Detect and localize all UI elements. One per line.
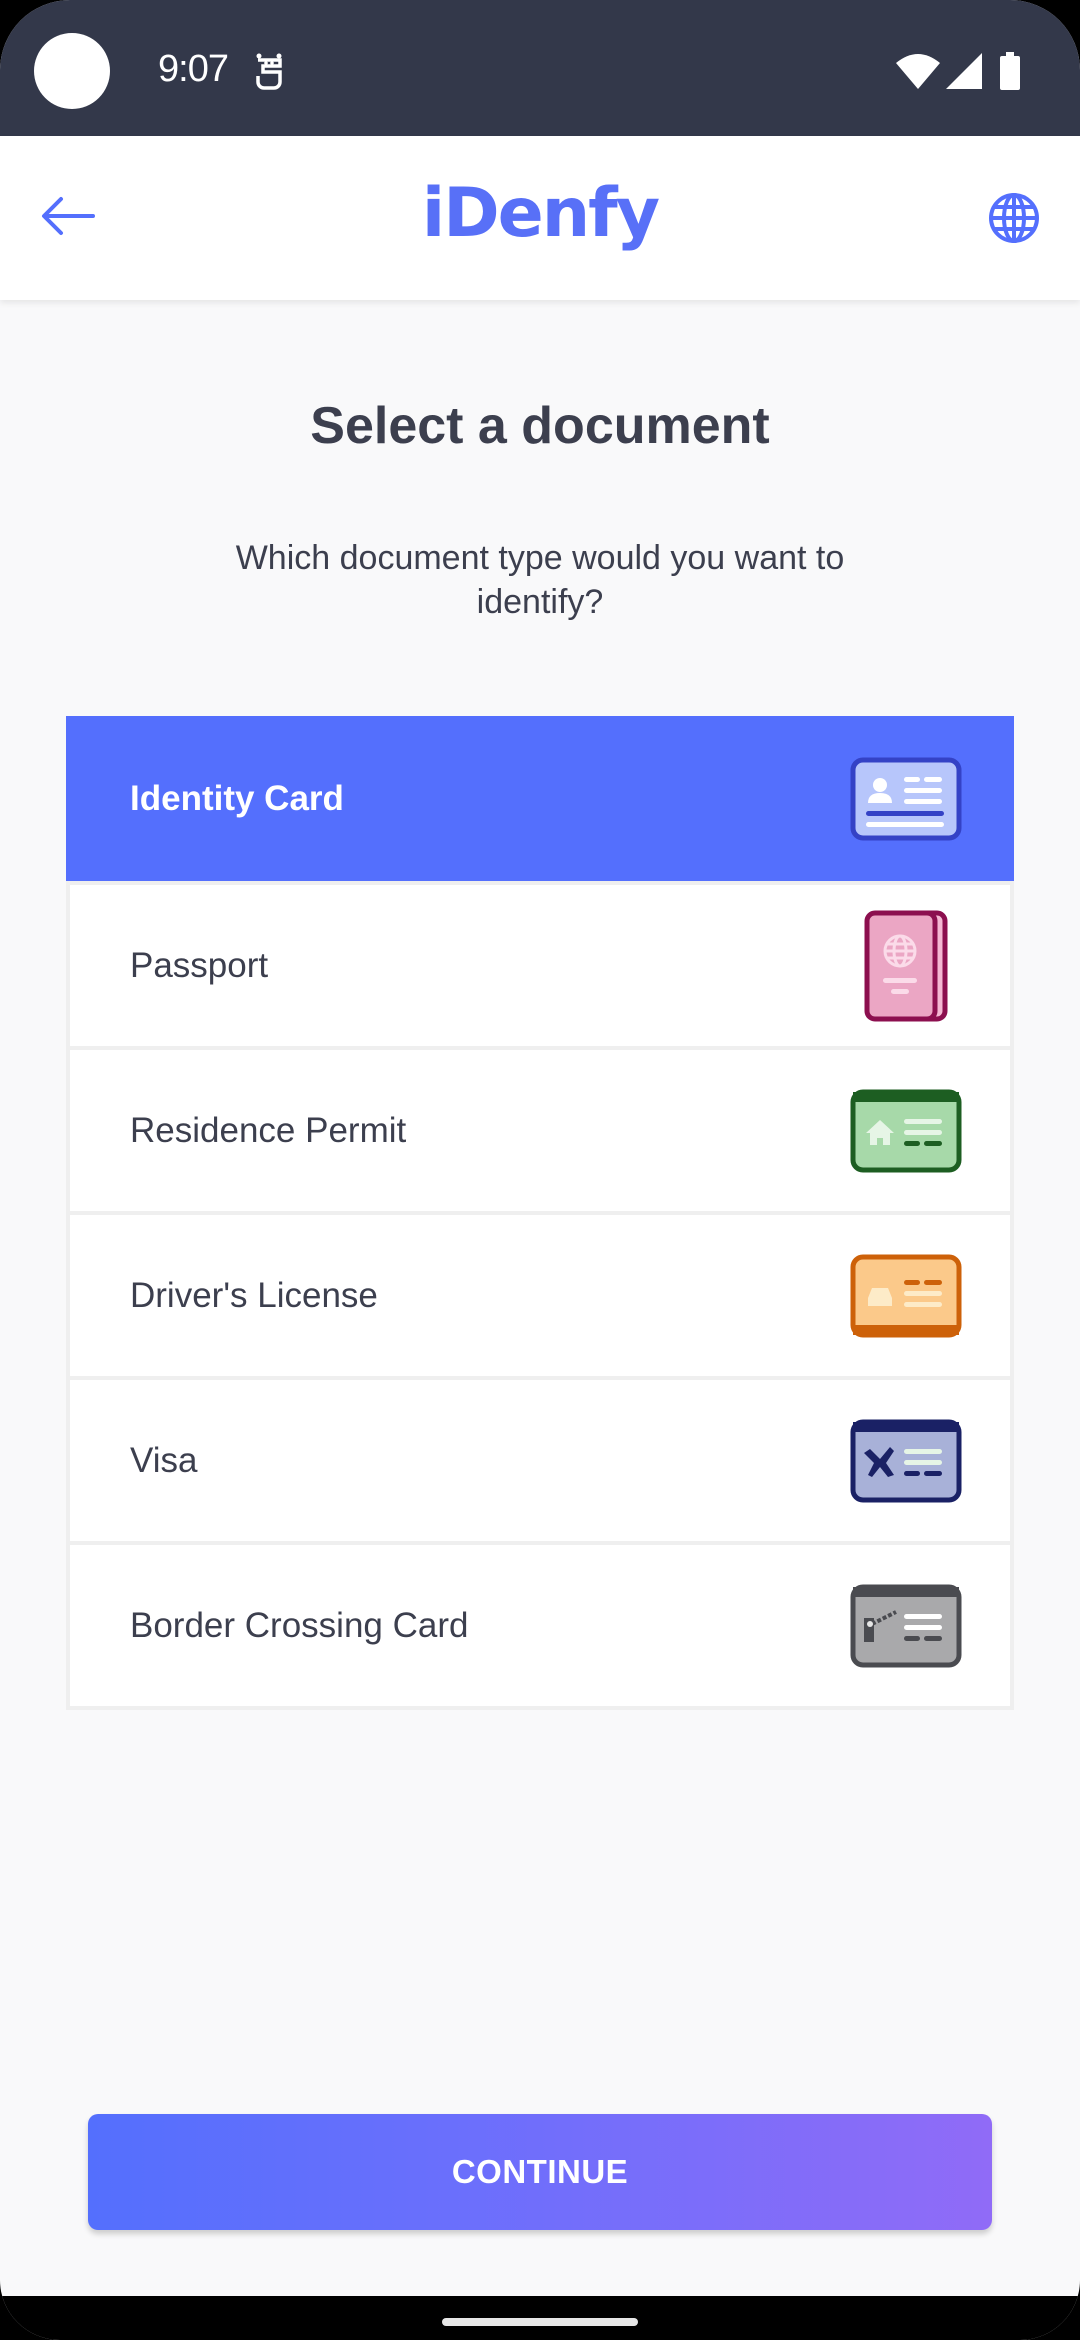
document-label: Driver's License [130,1275,378,1315]
app-logo: iDenfy [421,174,660,253]
page-title: Select a document [310,397,770,455]
home-indicator[interactable] [442,2318,638,2326]
notification-app-icon [254,52,284,90]
status-time: 9:07 [158,48,229,90]
visa-icon [850,1405,962,1517]
system-icons [896,52,1020,95]
globe-icon [988,192,1040,249]
camera-cutout [34,33,110,109]
signal-icon [946,53,982,94]
document-option-passport[interactable]: Passport [70,885,1010,1046]
app-bar: iDenfy [0,136,1080,300]
passport-icon [850,910,962,1022]
document-label: Visa [130,1440,198,1480]
drivers-license-icon [850,1240,962,1352]
document-label: Border Crossing Card [130,1605,469,1645]
identity-card-icon [850,743,962,855]
page-subtitle: Which document type would you want to id… [235,539,845,621]
language-button[interactable] [982,188,1046,252]
border-crossing-card-icon [850,1570,962,1682]
document-option-identity-card[interactable]: Identity Card [66,716,1014,881]
document-label: Identity Card [130,778,344,818]
wifi-icon [896,53,940,94]
continue-button[interactable]: CONTINUE [88,2114,992,2230]
screen: 9:07 iDenfy Select a document Which docu… [0,0,1080,2340]
document-label: Passport [130,945,269,985]
status-bar: 9:07 [0,0,1080,136]
document-option-visa[interactable]: Visa [70,1380,1010,1541]
document-label: Residence Permit [130,1110,407,1150]
document-list: Identity Card Passport Residence Permit … [66,716,1014,1710]
document-option-border-crossing-card[interactable]: Border Crossing Card [70,1545,1010,1706]
residence-permit-icon [850,1075,962,1187]
document-option-residence-permit[interactable]: Residence Permit [70,1050,1010,1211]
document-option-drivers-license[interactable]: Driver's License [70,1215,1010,1376]
battery-icon [1000,52,1020,95]
